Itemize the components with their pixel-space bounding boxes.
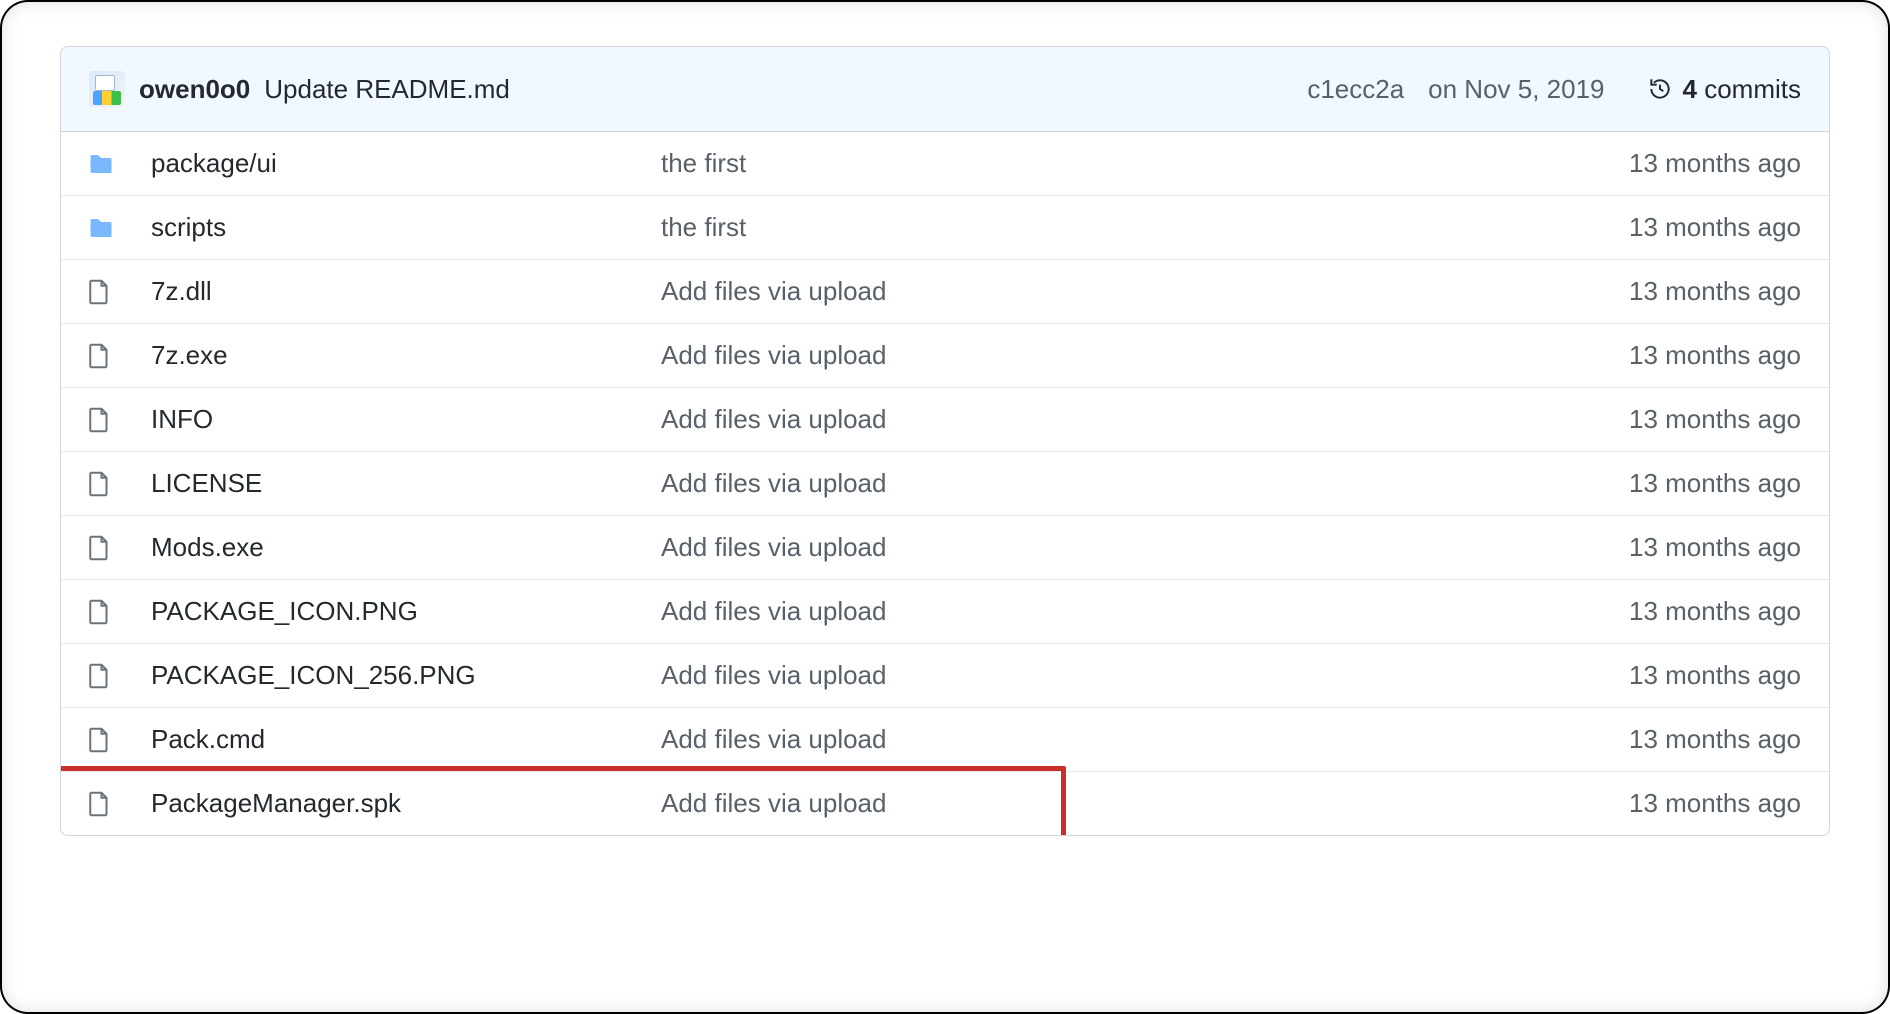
file-link[interactable]: 7z.exe [151,340,661,371]
commits-word: commits [1704,74,1801,104]
file-link[interactable]: PACKAGE_ICON.PNG [151,596,661,627]
file-link[interactable]: INFO [151,404,661,435]
file-icon [89,726,113,754]
time-ago: 13 months ago [1521,596,1801,627]
commit-message-link[interactable]: Add files via upload [661,532,1521,563]
file-icon [89,534,113,562]
file-rows-container: package/uithe first13 months ago scripts… [61,132,1829,835]
folder-link[interactable]: scripts [151,212,661,243]
folder-icon [89,214,113,242]
file-icon [89,662,113,690]
time-ago: 13 months ago [1521,660,1801,691]
commit-message-link[interactable]: Add files via upload [661,596,1521,627]
latest-commit-header: owen0o0 Update README.md c1ecc2a on Nov … [61,47,1829,132]
time-ago: 13 months ago [1521,404,1801,435]
commit-message-link[interactable]: Add files via upload [661,788,1521,819]
commit-message-link[interactable]: Add files via upload [661,724,1521,755]
time-ago: 13 months ago [1521,724,1801,755]
table-row: 7z.dllAdd files via upload13 months ago [61,259,1829,323]
commit-author-link[interactable]: owen0o0 [139,73,250,106]
table-row: Mods.exeAdd files via upload13 months ag… [61,515,1829,579]
commit-message-link[interactable]: the first [661,148,1521,179]
time-ago: 13 months ago [1521,532,1801,563]
time-ago: 13 months ago [1521,340,1801,371]
commit-message-link[interactable]: Update README.md [264,73,510,106]
file-icon [89,406,113,434]
time-ago: 13 months ago [1521,212,1801,243]
commit-date: on Nov 5, 2019 [1428,73,1604,106]
table-row: PACKAGE_ICON.PNGAdd files via upload13 m… [61,579,1829,643]
table-row: 7z.exeAdd files via upload13 months ago [61,323,1829,387]
commit-message-link[interactable]: Add files via upload [661,340,1521,371]
file-link[interactable]: LICENSE [151,468,661,499]
commit-message-link[interactable]: the first [661,212,1521,243]
commits-link[interactable]: 4 commits [1647,73,1801,106]
folder-icon [89,150,113,178]
table-row: package/uithe first13 months ago [61,132,1829,195]
file-link[interactable]: Mods.exe [151,532,661,563]
table-row: Pack.cmdAdd files via upload13 months ag… [61,707,1829,771]
avatar[interactable] [89,71,125,107]
file-link[interactable]: PackageManager.spk [151,788,661,819]
file-icon [89,598,113,626]
file-icon [89,790,113,818]
time-ago: 13 months ago [1521,788,1801,819]
file-icon [89,470,113,498]
commit-message-link[interactable]: Add files via upload [661,404,1521,435]
table-row: INFOAdd files via upload13 months ago [61,387,1829,451]
file-link[interactable]: Pack.cmd [151,724,661,755]
commit-message-link[interactable]: Add files via upload [661,468,1521,499]
commit-message-link[interactable]: Add files via upload [661,276,1521,307]
table-row: PackageManager.spkAdd files via upload13… [61,771,1829,835]
table-row: scriptsthe first13 months ago [61,195,1829,259]
file-link[interactable]: PACKAGE_ICON_256.PNG [151,660,661,691]
time-ago: 13 months ago [1521,148,1801,179]
file-icon [89,342,113,370]
commit-message-link[interactable]: Add files via upload [661,660,1521,691]
file-icon [89,278,113,306]
time-ago: 13 months ago [1521,276,1801,307]
commit-sha-link[interactable]: c1ecc2a [1307,73,1404,106]
folder-link[interactable]: package/ui [151,148,661,179]
file-link[interactable]: 7z.dll [151,276,661,307]
table-row: PACKAGE_ICON_256.PNGAdd files via upload… [61,643,1829,707]
commits-count: 4 [1683,74,1697,104]
file-listing-box: owen0o0 Update README.md c1ecc2a on Nov … [60,46,1830,836]
table-row: LICENSEAdd files via upload13 months ago [61,451,1829,515]
history-icon [1647,76,1673,102]
time-ago: 13 months ago [1521,468,1801,499]
